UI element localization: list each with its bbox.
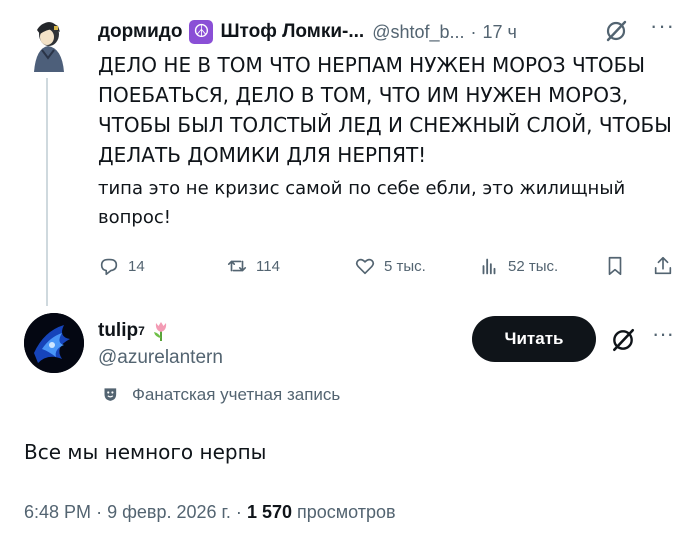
more-options-icon[interactable]: ···	[650, 15, 680, 40]
main-avatar-illustration	[24, 313, 84, 373]
main-tweet-text: Все мы немного нерпы	[24, 440, 267, 464]
parent-tweet-text: ДЕЛО НЕ В ТОМ ЧТО НЕРПАМ НУЖЕН МОРОЗ ЧТО…	[98, 50, 678, 170]
repost-count: 114	[256, 257, 280, 275]
parent-tweet-header: дормидо ☮ Штоф Ломки-... @shtof_b... · 1…	[98, 18, 678, 46]
name-superscript: 7	[138, 324, 145, 338]
grok-icon[interactable]	[610, 327, 636, 353]
separator-dot: ·	[96, 502, 103, 522]
views-button[interactable]: 52 тыс.	[478, 252, 558, 280]
share-button[interactable]	[652, 252, 682, 280]
follow-button[interactable]: Читать	[472, 316, 596, 362]
parent-text-line: ПОЕБАТЬСЯ, ДЕЛО В ТОМ, ЧТО ИМ НУЖЕН МОРО…	[98, 83, 629, 107]
views-label: просмотров	[297, 502, 396, 522]
fan-account-label[interactable]: Фанатская учетная запись	[102, 385, 340, 405]
grok-icon[interactable]	[604, 19, 628, 43]
parent-avatar[interactable]	[24, 14, 72, 74]
heart-icon	[355, 258, 375, 275]
views-total: 1 570	[246, 502, 292, 522]
parent-text-line: ДЕЛО НЕ В ТОМ ЧТО НЕРПАМ НУЖЕН МОРОЗ ЧТО…	[98, 53, 646, 77]
reply-count: 14	[128, 257, 145, 275]
separator-dot: ·	[470, 21, 477, 42]
thread-connector-line	[46, 78, 48, 306]
parent-action-bar: 14 114 5 тыс. 52 тыс.	[98, 252, 682, 280]
parent-handle[interactable]: @shtof_b...	[372, 22, 464, 43]
parent-small-line: вопрос!	[98, 207, 171, 228]
parent-avatar-illustration	[34, 22, 64, 72]
like-button[interactable]: 5 тыс.	[354, 252, 426, 280]
separator-dot: ·	[235, 502, 242, 522]
tweet-time[interactable]: 6:48 PM	[24, 502, 91, 522]
main-handle[interactable]: @azurelantern	[98, 347, 223, 369]
reply-icon	[100, 258, 118, 276]
repost-button[interactable]: 114	[226, 252, 280, 280]
bookmark-icon	[608, 256, 622, 276]
parent-small-line: типа это не кризис самой по себе ебли, э…	[98, 178, 626, 199]
parent-text-line: ЧТОБЫ БЫЛ ТОЛСТЫЙ ЛЕД И СНЕЖНЫЙ СЛОЙ, ЧТ…	[98, 113, 672, 137]
peace-symbol-icon: ☮	[189, 20, 214, 44]
tweet-date[interactable]: 9 февр. 2026 г.	[107, 502, 231, 522]
bookmark-button[interactable]	[604, 252, 634, 280]
like-count: 5 тыс.	[384, 257, 426, 275]
parent-text-line: ДЕЛАТЬ ДОМИКИ ДЛЯ НЕРПЯТ!	[98, 143, 427, 167]
repost-icon	[227, 260, 247, 272]
theater-masks-icon	[104, 388, 117, 401]
reply-button[interactable]: 14	[98, 252, 145, 280]
views-chart-icon	[482, 258, 496, 275]
fan-account-text: Фанатская учетная запись	[132, 385, 341, 404]
parent-tweet-text-small: типа это не кризис самой по себе ебли, э…	[98, 174, 678, 232]
main-avatar[interactable]	[24, 313, 84, 373]
parent-display-name[interactable]: дормидо	[98, 21, 182, 43]
main-display-name[interactable]: tulip	[98, 320, 138, 342]
more-options-icon[interactable]: ···	[652, 323, 682, 348]
share-icon	[654, 256, 672, 275]
tulip-emoji-icon	[153, 322, 166, 341]
main-display-name-row: tulip 7	[98, 319, 173, 343]
views-count: 52 тыс.	[508, 257, 559, 275]
parent-timestamp[interactable]: 17 ч	[483, 22, 517, 43]
parent-display-name-2[interactable]: Штоф Ломки-...	[220, 21, 364, 43]
tweet-metadata: 6:48 PM · 9 февр. 2026 г. · 1 570 просмо…	[24, 502, 396, 523]
